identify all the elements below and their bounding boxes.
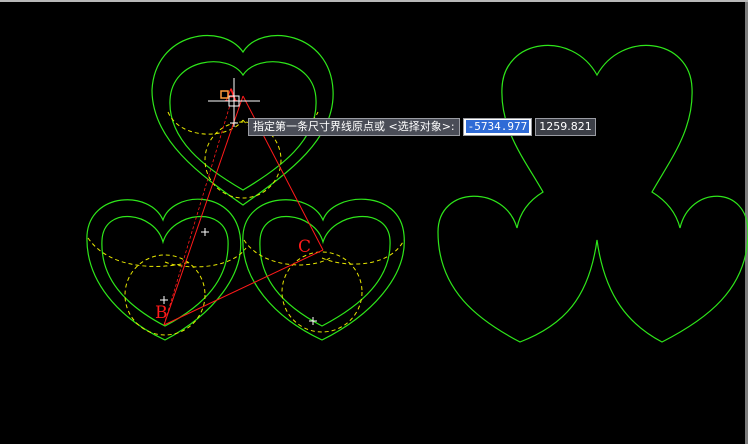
- construction-arc: [321, 239, 405, 265]
- construction-arc: [164, 247, 247, 268]
- y-coordinate-input[interactable]: 1259.821: [535, 118, 596, 136]
- triangle-edge-bc[interactable]: [163, 249, 324, 326]
- x-coordinate-input[interactable]: -5734.977: [462, 118, 533, 136]
- x-coordinate-value[interactable]: -5734.977: [465, 120, 530, 133]
- cad-drawing-area[interactable]: A B C 指定第一条尺寸界线原点或 <选择对象>: -5734.977 125…: [0, 0, 748, 444]
- dimension-rubber-band-line: [163, 104, 231, 326]
- point-label-c: C: [298, 237, 311, 257]
- finished-shape-outline[interactable]: [437, 44, 748, 343]
- dynamic-input-tooltip: 指定第一条尺寸界线原点或 <选择对象>: -5734.977 1259.821: [248, 118, 596, 136]
- right-heart-inner-outline[interactable]: [259, 215, 391, 327]
- center-marks: [160, 119, 317, 325]
- construction-arc: [87, 237, 191, 267]
- right-heart-outer-outline[interactable]: [242, 198, 405, 341]
- drawing-canvas[interactable]: A B C: [0, 0, 748, 444]
- point-label-b: B: [155, 303, 168, 323]
- command-prompt-text: 指定第一条尺寸界线原点或 <选择对象>:: [248, 118, 460, 136]
